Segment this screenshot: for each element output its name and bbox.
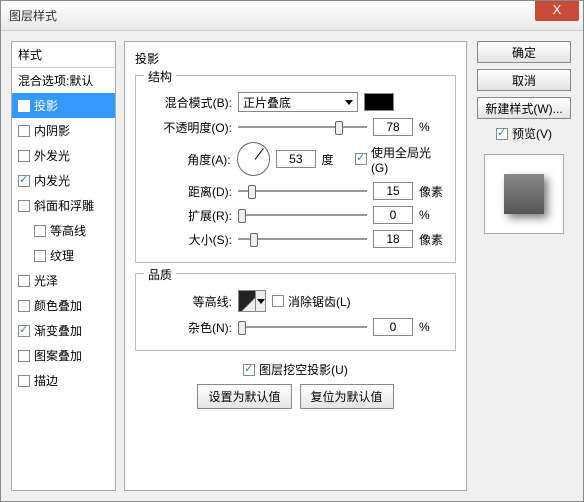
noise-slider[interactable] [238,319,367,335]
opacity-slider[interactable] [238,119,367,135]
size-label: 大小(S): [144,231,232,248]
global-light-checkbox[interactable]: 使用全局光(G) [355,144,447,175]
checkbox-icon [18,175,30,187]
titlebar: 图层样式 X [1,1,583,31]
shadow-color-swatch[interactable] [364,93,394,111]
sidebar-blend-defaults[interactable]: 混合选项:默认 [12,68,115,93]
sidebar-item-label: 斜面和浮雕 [34,197,94,214]
distance-value[interactable]: 15 [373,182,413,200]
spread-value[interactable]: 0 [373,206,413,224]
sidebar-item-6[interactable]: 纹理 [12,243,115,268]
structure-legend: 结构 [144,68,176,85]
angle-value[interactable]: 53 [276,150,315,168]
checkbox-icon [18,375,30,387]
sidebar-item-11[interactable]: 描边 [12,368,115,393]
spread-label: 扩展(R): [144,207,232,224]
sidebar-item-2[interactable]: 外发光 [12,143,115,168]
sidebar-item-label: 等高线 [50,222,86,239]
checkbox-icon [355,153,367,165]
sidebar-item-5[interactable]: 等高线 [12,218,115,243]
sidebar-item-8[interactable]: 颜色叠加 [12,293,115,318]
checkbox-icon [18,200,30,212]
sidebar-item-label: 外发光 [34,147,70,164]
blend-mode-label: 混合模式(B): [144,94,232,111]
chevron-down-icon [257,299,265,304]
size-unit: 像素 [419,231,447,248]
knockout-checkbox[interactable]: 图层挖空投影(U) [243,361,348,378]
checkbox-icon [34,225,46,237]
size-slider[interactable] [238,231,367,247]
spread-unit: % [419,208,447,222]
checkbox-icon [18,125,30,137]
checkbox-icon [18,300,30,312]
ok-button[interactable]: 确定 [477,41,571,63]
distance-label: 距离(D): [144,183,232,200]
contour-label: 等高线: [144,293,232,310]
sidebar-item-7[interactable]: 光泽 [12,268,115,293]
content: 样式 混合选项:默认 投影内阴影外发光内发光斜面和浮雕等高线纹理光泽颜色叠加渐变… [1,31,583,501]
sidebar-item-0[interactable]: 投影 [12,93,115,118]
opacity-label: 不透明度(O): [144,119,232,136]
distance-slider[interactable] [238,183,367,199]
sidebar-item-label: 投影 [34,97,58,114]
distance-unit: 像素 [419,183,447,200]
quality-group: 品质 等高线: 消除锯齿(L) 杂色(N): 0 % [135,273,456,351]
sidebar-item-10[interactable]: 图案叠加 [12,343,115,368]
checkbox-icon [18,325,30,337]
checkbox-icon [496,128,508,140]
angle-label: 角度(A): [144,151,231,168]
checkbox-icon [272,295,284,307]
close-button[interactable]: X [535,1,579,21]
sidebar-item-label: 图案叠加 [34,347,82,364]
checkbox-icon [243,364,255,376]
opacity-value[interactable]: 78 [373,118,413,136]
spread-slider[interactable] [238,207,367,223]
checkbox-icon [18,100,30,112]
cancel-button[interactable]: 取消 [477,69,571,91]
antialias-checkbox[interactable]: 消除锯齿(L) [272,293,351,310]
right-panel: 确定 取消 新建样式(W)... 预览(V) [475,41,573,491]
sidebar-item-label: 内发光 [34,172,70,189]
sidebar-item-9[interactable]: 渐变叠加 [12,318,115,343]
chevron-down-icon [345,100,353,105]
sidebar-item-label: 渐变叠加 [34,322,82,339]
panel-title: 投影 [135,50,456,67]
main-panel: 投影 结构 混合模式(B): 正片叠底 不透明度(O): 78 % [124,41,467,491]
set-default-button[interactable]: 设置为默认值 [197,384,291,409]
checkbox-icon [18,275,30,287]
noise-label: 杂色(N): [144,319,232,336]
window-title: 图层样式 [9,7,57,24]
quality-legend: 品质 [144,266,176,283]
sidebar-item-label: 纹理 [50,247,74,264]
sidebar-item-label: 描边 [34,372,58,389]
sidebar-item-label: 光泽 [34,272,58,289]
checkbox-icon [18,350,30,362]
sidebar-item-3[interactable]: 内发光 [12,168,115,193]
contour-picker[interactable] [238,290,266,312]
preview-checkbox[interactable]: 预览(V) [496,125,552,142]
reset-default-button[interactable]: 复位为默认值 [300,384,394,409]
noise-value[interactable]: 0 [373,318,413,336]
structure-group: 结构 混合模式(B): 正片叠底 不透明度(O): 78 % 角度 [135,75,456,263]
sidebar-item-label: 颜色叠加 [34,297,82,314]
preview-thumbnail [484,154,564,234]
checkbox-icon [18,150,30,162]
sidebar-header: 样式 [12,42,115,68]
new-style-button[interactable]: 新建样式(W)... [477,97,571,119]
sidebar-item-label: 内阴影 [34,122,70,139]
checkbox-icon [34,250,46,262]
angle-unit: 度 [322,151,350,168]
sidebar-item-1[interactable]: 内阴影 [12,118,115,143]
angle-dial[interactable] [237,142,271,176]
size-value[interactable]: 18 [373,230,413,248]
opacity-unit: % [419,120,447,134]
sidebar-item-4[interactable]: 斜面和浮雕 [12,193,115,218]
blend-mode-select[interactable]: 正片叠底 [238,92,358,112]
noise-unit: % [419,320,447,334]
styles-sidebar: 样式 混合选项:默认 投影内阴影外发光内发光斜面和浮雕等高线纹理光泽颜色叠加渐变… [11,41,116,491]
layer-style-dialog: 图层样式 X 样式 混合选项:默认 投影内阴影外发光内发光斜面和浮雕等高线纹理光… [0,0,584,502]
